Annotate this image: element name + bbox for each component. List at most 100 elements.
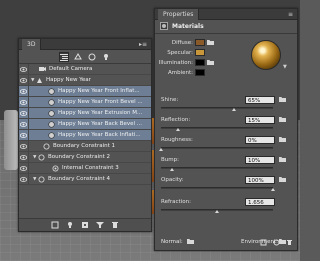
reflection-input[interactable]: 15% xyxy=(245,116,275,124)
delete-icon[interactable] xyxy=(286,239,293,248)
shine-input[interactable]: 65% xyxy=(245,96,275,104)
visibility-eye-icon[interactable] xyxy=(19,162,29,174)
normal-label: Normal: xyxy=(161,239,183,245)
diffuse-swatch[interactable] xyxy=(195,39,205,46)
camera-icon xyxy=(39,66,46,73)
reflection-control: Reflection: 15% xyxy=(161,116,293,135)
panel-menu-icon[interactable]: ≡ xyxy=(288,11,293,18)
texture-folder-icon[interactable] xyxy=(279,156,286,164)
material-icon xyxy=(48,98,55,106)
reset-icon[interactable] xyxy=(273,239,280,248)
light-add-icon[interactable] xyxy=(66,221,74,229)
tab-properties[interactable]: Properties xyxy=(158,8,200,20)
texture-folder-icon[interactable] xyxy=(279,136,286,144)
normal-folder-icon[interactable] xyxy=(187,238,194,246)
visibility-eye-icon[interactable] xyxy=(19,173,29,185)
roughness-control: Roughness: 0% xyxy=(159,136,293,155)
texture-folder-icon[interactable] xyxy=(207,39,214,47)
bump-input[interactable]: 10% xyxy=(245,156,275,164)
opacity-slider-handle[interactable] xyxy=(271,188,275,191)
material-icon xyxy=(48,87,55,95)
shine-slider-handle[interactable] xyxy=(232,108,236,111)
ambient-swatch[interactable] xyxy=(195,69,205,76)
layer-row-material[interactable]: Happy New Year Back Bevel ... xyxy=(19,118,151,130)
illumination-swatch[interactable] xyxy=(195,59,205,66)
layer-label: Internal Constraint 3 xyxy=(62,165,119,171)
visibility-eye-icon[interactable] xyxy=(19,107,29,119)
layer-label: Happy New Year Back Inflati... xyxy=(58,132,141,138)
diffuse-label: Diffuse: xyxy=(171,39,193,46)
refraction-slider-handle[interactable] xyxy=(215,210,219,213)
layer-label: Boundary Constraint 4 xyxy=(48,176,110,182)
material-preview-sphere[interactable] xyxy=(251,40,281,70)
visibility-eye-icon[interactable] xyxy=(19,118,29,130)
shine-slider-track[interactable] xyxy=(161,107,273,109)
layer-label: Happy New Year Front Bevel ... xyxy=(58,99,143,105)
visibility-eye-icon[interactable] xyxy=(19,129,29,141)
ambient-row: Ambient: xyxy=(155,68,215,77)
clip-icon[interactable] xyxy=(260,239,267,248)
layer-row-material[interactable]: Happy New Year Back Inflati... xyxy=(19,129,151,141)
layer-row-material[interactable]: Happy New Year Front Inflat... xyxy=(19,85,151,97)
mesh-icon xyxy=(36,77,43,84)
delete-icon[interactable] xyxy=(111,221,119,229)
layer-row-material[interactable]: Happy New Year Front Bevel ... xyxy=(19,96,151,108)
constraint-icon xyxy=(38,176,45,183)
specular-swatch[interactable] xyxy=(195,49,205,56)
layer-row-material[interactable]: Happy New Year Extrusion M... xyxy=(19,107,151,119)
properties-section-header: Materials xyxy=(155,20,297,34)
filter-icon[interactable] xyxy=(96,221,104,229)
panel-menu-icon[interactable]: ▸≡ xyxy=(139,41,147,48)
roughness-input[interactable]: 0% xyxy=(245,136,275,144)
reflection-slider-handle[interactable] xyxy=(176,128,180,131)
bump-slider-track[interactable] xyxy=(161,167,273,169)
texture-folder-icon[interactable] xyxy=(279,176,286,184)
layer-row-constraint[interactable]: Internal Constraint 3 xyxy=(19,162,151,174)
visibility-eye-icon[interactable] xyxy=(19,151,29,163)
layer-label: Boundary Constraint 2 xyxy=(48,154,110,160)
visibility-eye-icon[interactable] xyxy=(19,96,29,108)
refraction-control: Refraction: 1.656 xyxy=(161,198,293,217)
visibility-eye-icon[interactable] xyxy=(19,85,29,97)
refraction-input[interactable]: 1.656 xyxy=(245,198,275,206)
new-layer-icon[interactable] xyxy=(81,221,89,229)
tab-3d[interactable]: 3D xyxy=(22,38,42,50)
opacity-control: Opacity: 100% xyxy=(161,176,293,195)
layer-row-constraint[interactable]: ▼ Boundary Constraint 4 xyxy=(19,173,151,185)
layer-label: Happy New Year Extrusion M... xyxy=(58,110,143,116)
material-icon xyxy=(48,109,55,117)
3d-layer-list: Default Camera ▼ Happy New Year Happy Ne… xyxy=(19,63,151,185)
opacity-slider-track[interactable] xyxy=(161,187,273,189)
layer-row-constraint[interactable]: ▼ Boundary Constraint 2 xyxy=(19,151,151,163)
illumination-label: Illumination: xyxy=(158,59,193,66)
constraint-icon xyxy=(43,143,50,150)
visibility-eye-icon[interactable] xyxy=(19,74,29,86)
roughness-slider-track[interactable] xyxy=(161,147,273,149)
visibility-eye-icon[interactable] xyxy=(19,63,29,75)
layer-row-mesh-group[interactable]: ▼ Happy New Year xyxy=(19,74,151,86)
3d-panel-tabbar: 3D ▸≡ xyxy=(19,38,151,50)
light-filter-icon[interactable] xyxy=(101,52,111,62)
texture-folder-icon[interactable] xyxy=(279,96,286,104)
roughness-slider-handle[interactable] xyxy=(159,148,163,151)
diffuse-row: Diffuse: xyxy=(155,38,215,47)
opacity-input[interactable]: 100% xyxy=(245,176,275,184)
3d-panel-footer xyxy=(19,218,151,231)
render-icon[interactable] xyxy=(51,221,59,229)
scene-filter-icon[interactable] xyxy=(59,51,69,62)
internal-constraint-icon xyxy=(52,165,59,172)
layer-row-camera[interactable]: Default Camera xyxy=(19,63,151,75)
material-filter-icon[interactable] xyxy=(87,52,97,62)
material-icon xyxy=(48,131,55,139)
preset-dropdown-icon[interactable]: ▼ xyxy=(283,64,287,70)
materials-icon xyxy=(160,21,168,32)
3d-panel: 3D ▸≡ Default Camera ▼ Happy New Year Ha… xyxy=(18,38,152,232)
layer-label: Boundary Constraint 1 xyxy=(53,143,115,149)
texture-folder-icon[interactable] xyxy=(207,59,214,67)
bump-slider-handle[interactable] xyxy=(170,168,174,171)
texture-folder-icon[interactable] xyxy=(279,116,286,124)
layer-row-constraint[interactable]: Boundary Constraint 1 xyxy=(19,140,151,152)
opacity-label: Opacity: xyxy=(161,177,184,183)
visibility-eye-icon[interactable] xyxy=(19,140,29,152)
mesh-filter-icon[interactable] xyxy=(73,52,83,62)
